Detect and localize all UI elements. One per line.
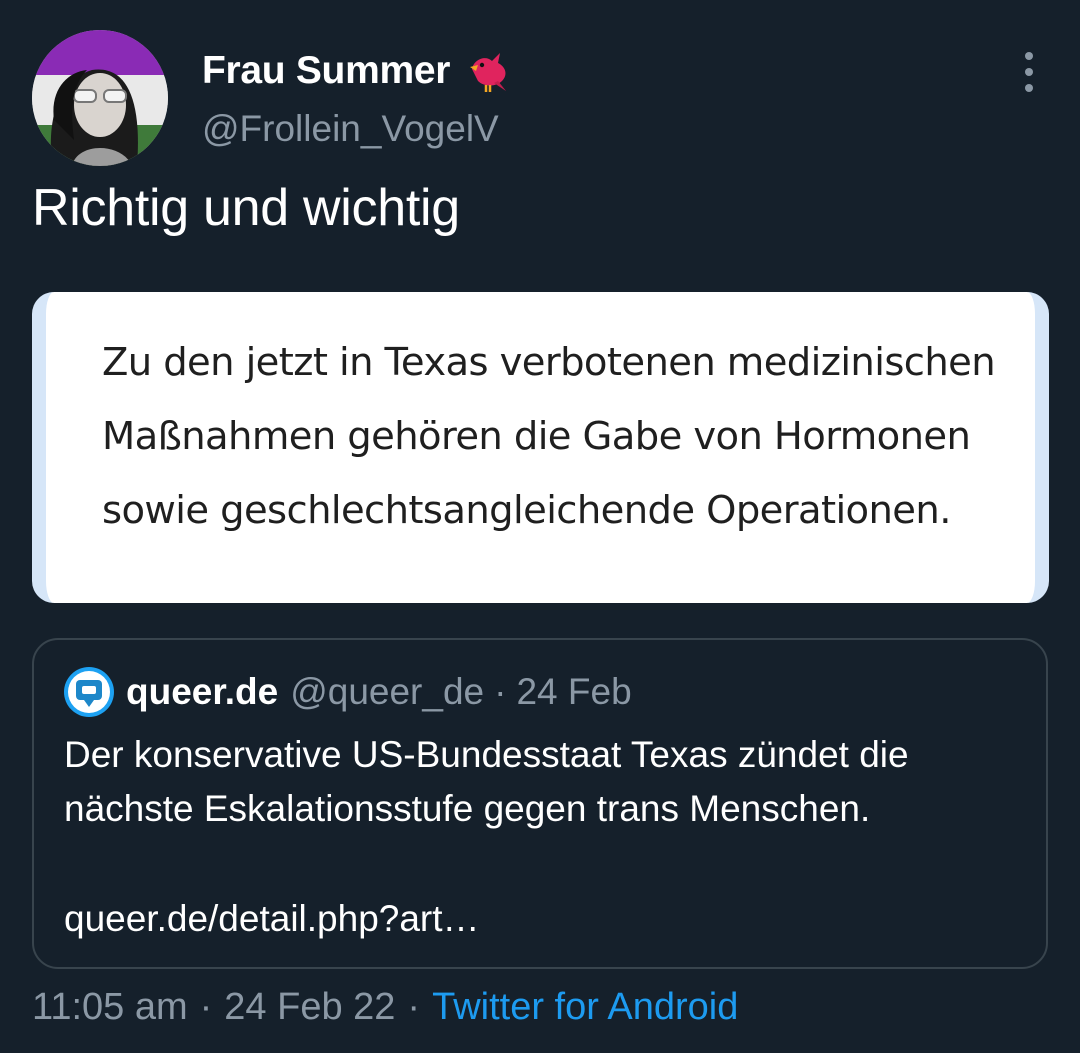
media-text-line: Maßnahmen gehören die Gabe von Hormonen [102,414,971,459]
quoted-tweet-link[interactable]: queer.de/detail.php?art… [64,898,480,940]
tweet-meta: 11:05 am · 24 Feb 22 · Twitter for Andro… [32,986,738,1029]
dot [1025,68,1033,76]
author-handle[interactable]: @Frollein_VogelV [202,108,499,150]
media-text-line: sowie geschlechtsangleichende Operatione… [102,488,951,533]
tweet: Frau Summer @Frollein_VogelV Richtig und… [0,0,1080,1053]
quoted-tweet-text-line: nächste Eskalationsstufe gegen trans Men… [64,788,871,829]
dot [1025,52,1033,60]
quoted-author-name[interactable]: queer.de [126,671,278,713]
tweet-text: Richtig und wichtig [32,179,460,237]
quoted-tweet-text-line: Der konservative US-Bundesstaat Texas zü… [64,734,909,775]
author-name-row[interactable]: Frau Summer [202,46,512,96]
cardinal-bird-icon [470,53,507,92]
separator-dot: · [407,986,421,1028]
tweet-time[interactable]: 11:05 am [32,986,188,1029]
quoted-tweet-header: queer.de @queer_de · 24 Feb [64,667,632,717]
quoted-tweet[interactable]: queer.de @queer_de · 24 Feb Der konserva… [32,638,1048,969]
separator-dot: · [199,986,213,1028]
dot [1025,84,1033,92]
queer-de-logo-icon [64,667,114,717]
author-display-name[interactable]: Frau Summer [202,49,450,93]
quoted-tweet-date[interactable]: 24 Feb [516,671,631,713]
tweet-date[interactable]: 24 Feb 22 [224,986,395,1029]
separator-dot: · [494,671,507,712]
more-options-icon[interactable] [1012,52,1046,92]
avatar-image [32,30,168,166]
media-text-line: Zu den jetzt in Texas verbotenen medizin… [102,340,996,385]
avatar[interactable] [32,30,168,166]
tweet-media-image[interactable]: Zu den jetzt in Texas verbotenen medizin… [32,292,1049,603]
quoted-author-handle[interactable]: @queer_de [290,671,484,713]
tweet-source-link[interactable]: Twitter for Android [432,986,738,1029]
